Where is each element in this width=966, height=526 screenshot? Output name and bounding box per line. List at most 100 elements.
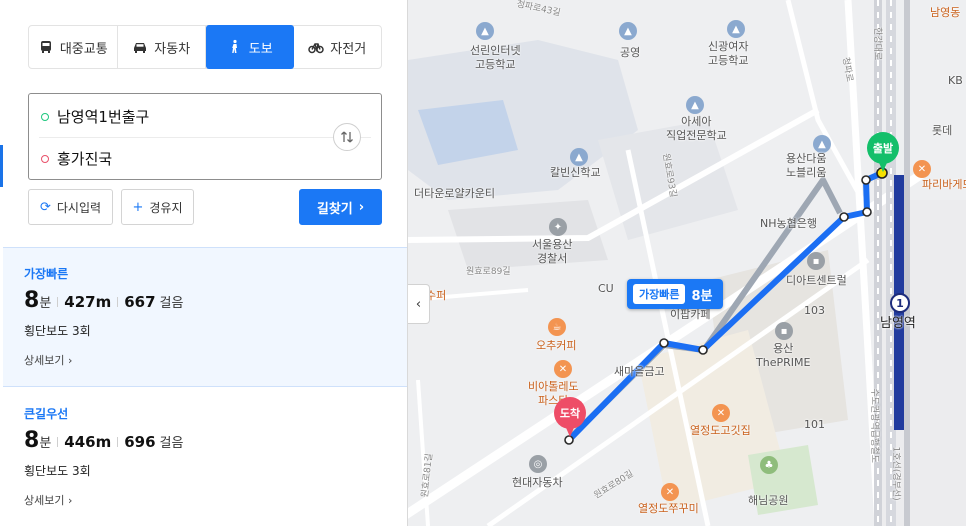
map-view[interactable]: ▲ ▲ ▲ ▲ ▲ ✦ ▪ ▪ ☕ ✕ ✕ ✕ ✕ ♣ ◎ ▲ 선린인터넷 고등… — [408, 0, 966, 526]
plus-icon: + — [132, 199, 144, 215]
destination-value: 홍가진국 — [57, 150, 113, 168]
chevron-left-icon: ‹ — [415, 296, 422, 312]
map-label-diet: 디아트센트럴 — [786, 274, 847, 287]
park-icon[interactable]: ♣ — [760, 456, 778, 474]
reset-button[interactable]: ⟳ 다시입력 — [28, 189, 113, 225]
route-crosswalk-note: 횡단보도 3회 — [24, 324, 91, 338]
route-result-main-road[interactable]: 큰길우선 8 분 446m 696 걸음 횡단보도 3회 상세보기 › — [3, 388, 407, 526]
origin-value: 남영역1번출구 — [57, 108, 150, 126]
car-icon — [134, 43, 147, 53]
collapse-panel-button[interactable]: ‹ — [408, 284, 430, 324]
route-details-link[interactable]: 상세보기 › — [24, 352, 72, 368]
tab-car-label: 자동차 — [154, 41, 191, 57]
line1-station-badge[interactable]: 1 — [890, 293, 910, 313]
map-label-gongyeong: 공영 — [620, 46, 641, 59]
map-label-yeoljeong-gokit: 열정도고깃집 — [690, 424, 751, 437]
transport-mode-tabs: 대중교통 자동차 도보 자전거 — [28, 25, 382, 69]
map-label-hyundai: 현대자동차 — [512, 476, 563, 489]
car-dealer-icon[interactable]: ◎ — [529, 455, 547, 473]
find-route-button[interactable]: 길찾기 › — [299, 189, 382, 225]
route-input-box: 남영역1번출구 홍가진국 — [28, 93, 382, 180]
school-icon[interactable]: ▲ — [570, 148, 588, 166]
route-steps: 667 — [124, 293, 156, 311]
stat-divider — [117, 297, 119, 307]
school-icon[interactable]: ▲ — [686, 96, 704, 114]
chevron-right-icon: › — [67, 494, 73, 507]
tab-walk[interactable]: 도보 — [206, 25, 294, 69]
restaurant-icon[interactable]: ✕ — [661, 483, 679, 501]
map-label-b103: 103 — [804, 304, 825, 317]
map-label-haenim: 해님공원 — [748, 494, 789, 507]
map-label-yongsan-daum: 용산다움 노블리움 — [786, 152, 827, 179]
map-label-calvin: 칼빈신학교 — [550, 166, 601, 179]
destination-field[interactable]: 홍가진국 — [41, 148, 112, 169]
route-details-link[interactable]: 상세보기 › — [24, 492, 72, 508]
route-minutes-unit: 분 — [39, 436, 52, 451]
route-steps-unit: 걸음 — [159, 436, 184, 451]
route-steps: 696 — [124, 433, 156, 451]
building-icon[interactable]: ▪ — [775, 322, 793, 340]
tab-transit-label: 대중교통 — [59, 41, 108, 57]
road-label-89: 원효로89길 — [466, 267, 511, 277]
stat-divider — [57, 297, 59, 307]
route-bubble-tag: 가장빠른 — [633, 284, 686, 304]
map-base — [408, 0, 966, 526]
restaurant-icon[interactable]: ✕ — [554, 360, 572, 378]
chevron-right-icon: › — [67, 354, 73, 367]
directions-panel: 대중교통 자동차 도보 자전거 남영역1번출구 홍가진국 ⟳ 다시입력 + 경유… — [0, 0, 408, 526]
start-pin[interactable]: 출발 — [867, 132, 899, 174]
route-result-title: 큰길우선 — [24, 407, 69, 421]
swap-arrows-icon — [341, 131, 353, 143]
route-details-label: 상세보기 — [24, 354, 65, 367]
reset-button-label: 다시입력 — [56, 200, 102, 215]
end-pin[interactable]: 도착 — [554, 397, 586, 439]
panel-edge-indicator — [0, 145, 3, 187]
start-pin-tail — [877, 158, 889, 172]
map-label-asea: 아세아 직업전문학교 — [666, 115, 727, 142]
route-time-bubble[interactable]: 가장빠른 8분 — [627, 279, 723, 309]
map-label-nh: NH농협은행 — [760, 217, 817, 230]
restaurant-icon[interactable]: ✕ — [712, 404, 730, 422]
route-details-label: 상세보기 — [24, 494, 65, 507]
map-label-yeoljeong-jjukkumi: 열정도쭈꾸미 — [638, 502, 699, 515]
map-label-theuno: 더타운로얄카운티 — [414, 187, 495, 200]
map-label-semaul: 새마을금고 — [614, 365, 665, 378]
building-icon[interactable]: ▪ — [807, 252, 825, 270]
origin-dot-icon — [41, 112, 49, 121]
route-crosswalk-note: 횡단보도 3회 — [24, 464, 91, 478]
bicycle-icon — [308, 43, 325, 54]
swap-route-button[interactable] — [333, 123, 361, 151]
map-label-kb: KB — [948, 74, 963, 87]
cafe-icon[interactable]: ☕ — [548, 318, 566, 336]
add-waypoint-button[interactable]: + 경유지 — [121, 189, 194, 225]
route-divider — [39, 137, 371, 138]
tab-walk-label: 도보 — [248, 41, 273, 57]
route-distance: 446m — [64, 433, 112, 451]
tab-transit[interactable]: 대중교통 — [29, 26, 118, 68]
school-icon[interactable]: ▲ — [727, 20, 745, 38]
origin-field[interactable]: 남영역1번출구 — [41, 106, 149, 127]
map-label-alpha: 이팝카페 — [670, 308, 711, 321]
school-icon[interactable]: ▲ — [476, 22, 494, 40]
destination-dot-icon — [41, 154, 49, 163]
refresh-icon: ⟳ — [39, 199, 51, 215]
bakery-icon[interactable]: ✕ — [913, 160, 931, 178]
police-icon[interactable]: ✦ — [549, 218, 567, 236]
map-label-yongsan-prime: 용산 ThePRIME — [756, 342, 811, 369]
map-label-osu: 오추커피 — [536, 339, 577, 352]
stat-divider — [57, 437, 59, 447]
map-label-sinkwang: 신광여자 고등학교 — [708, 40, 749, 67]
tab-bicycle-label: 자전거 — [330, 41, 367, 57]
map-label-police: 서울용산 경찰서 — [532, 238, 573, 265]
school-icon[interactable]: ▲ — [619, 22, 637, 40]
find-route-label: 길찾기 — [316, 201, 353, 217]
route-minutes-unit: 분 — [39, 296, 52, 311]
tab-bicycle[interactable]: 자전거 — [294, 26, 382, 68]
tab-car[interactable]: 자동차 — [118, 26, 206, 68]
road-label-hangang: 한강대로 — [872, 27, 883, 61]
apartment-icon[interactable]: ▲ — [813, 135, 831, 153]
route-result-fastest[interactable]: 가장빠른 8 분 427m 667 걸음 횡단보도 3회 상세보기 › — [3, 247, 407, 387]
route-result-stats: 8 분 427m 667 걸음 — [24, 288, 183, 313]
route-steps-unit: 걸음 — [159, 296, 184, 311]
route-distance: 427m — [64, 293, 112, 311]
